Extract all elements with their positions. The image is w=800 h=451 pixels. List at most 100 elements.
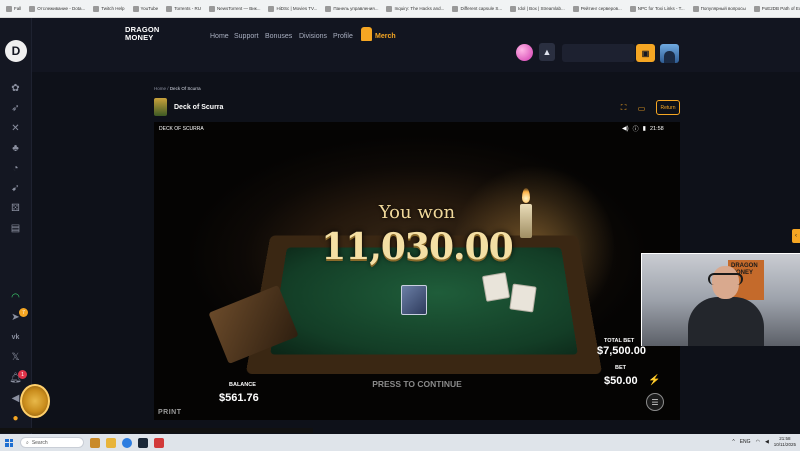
- volume-icon[interactable]: ◀: [765, 439, 769, 445]
- game-frame[interactable]: DECK OF SCURRA ◀) ⓘ ▮ 21:58 You won 11,0…: [154, 122, 680, 420]
- horizontal-scrollbar[interactable]: [0, 428, 313, 433]
- tray-arrow-icon[interactable]: ^: [732, 439, 734, 445]
- nav-merch[interactable]: Merch: [375, 33, 396, 40]
- breadcrumb-separator: /: [167, 86, 169, 91]
- bookmark-label: NewsTorrent — Вик...: [216, 6, 261, 11]
- chrome-icon[interactable]: [122, 437, 132, 448]
- nav-bonuses[interactable]: Bonuses: [265, 33, 292, 40]
- bookmark-favicon-icon: [692, 5, 699, 12]
- breadcrumb-current: Deck Of Scurra: [169, 86, 201, 91]
- nav-support[interactable]: Support: [234, 33, 259, 40]
- rocket-launch-icon[interactable]: ➹: [9, 182, 22, 195]
- steam-icon[interactable]: [138, 437, 148, 448]
- menu-icon[interactable]: ☰: [646, 393, 664, 411]
- bet-value[interactable]: $50.00: [604, 375, 638, 387]
- breadcrumb-home[interactable]: Home: [154, 86, 166, 91]
- bookmark-item[interactable]: Different capsule S...: [450, 3, 504, 15]
- bookmarks-bar: Fall Отслеживание - Dota... Twitch Help You…: [0, 0, 800, 18]
- volume-icon[interactable]: ◀): [622, 125, 629, 132]
- bookmark-favicon-icon: [29, 5, 36, 12]
- playing-card: [481, 272, 511, 302]
- paw-icon[interactable]: ✿: [9, 82, 22, 95]
- win-amount: 11,030.00: [321, 226, 513, 268]
- bookmark-favicon-icon: [629, 5, 636, 12]
- screen: Fall Отслеживание - Dota... Twitch Help You…: [0, 0, 800, 451]
- cards-icon[interactable]: ▤: [9, 222, 22, 235]
- nav-home[interactable]: Home: [210, 33, 229, 40]
- bookmark-item[interactable]: Torrents - RU: [164, 3, 203, 15]
- page-title: Deck of Scurra: [174, 104, 224, 111]
- dice-icon[interactable]: ⚄: [9, 202, 22, 215]
- wifi-icon[interactable]: ◠: [756, 439, 760, 445]
- game-status-bar: ◀) ⓘ ▮ 21:58: [622, 124, 664, 134]
- nav-divisions[interactable]: Divisions: [299, 33, 327, 40]
- nav-profile[interactable]: Profile: [333, 33, 353, 40]
- turbo-icon[interactable]: ⚡: [648, 375, 660, 386]
- return-button[interactable]: Return: [656, 100, 680, 115]
- folder-icon[interactable]: [106, 437, 116, 448]
- language-indicator[interactable]: ENG: [740, 439, 751, 445]
- vk-icon[interactable]: vk: [9, 331, 22, 344]
- blackjack-icon[interactable]: ♣: [9, 142, 22, 155]
- taskbar-clock[interactable]: 21:58 10/11/2025: [774, 436, 796, 448]
- bookmark-item[interactable]: Fall: [4, 3, 23, 15]
- bookmark-label: Torrents - RU: [174, 6, 201, 11]
- total-bet-label: TOTAL BET: [604, 338, 635, 344]
- bookmark-label: NPC for Toxi Links - T...: [637, 6, 685, 11]
- bookmark-item[interactable]: NPC for Toxi Links - T...: [628, 3, 687, 15]
- taskbar-app-icon[interactable]: [154, 437, 164, 448]
- balance-value: $561.76: [219, 392, 259, 404]
- theater-mode-icon[interactable]: ▭: [636, 103, 647, 113]
- rocket-icon[interactable]: ➶: [9, 102, 22, 115]
- bonus-wheel-icon[interactable]: [20, 384, 50, 418]
- bookmark-item[interactable]: Inquiry: The Hacks and...: [384, 3, 446, 15]
- balance-display[interactable]: [562, 44, 635, 62]
- game-clock: 21:58: [649, 125, 664, 132]
- bet-label: BET: [615, 365, 626, 371]
- bookmark-favicon-icon: [510, 5, 517, 12]
- bookmark-item[interactable]: HiDSc | Movies TV...: [266, 3, 319, 15]
- windows-start-icon[interactable]: [5, 438, 13, 447]
- bookmark-label: YouTube: [140, 6, 159, 11]
- x-icon[interactable]: 𝕏: [9, 351, 22, 364]
- bookmark-favicon-icon: [93, 5, 100, 12]
- fullscreen-icon[interactable]: ⛶: [618, 103, 629, 113]
- search-icon: ⌕: [26, 439, 29, 446]
- taskbar-app-icon[interactable]: [90, 437, 100, 448]
- bookmark-label: Популярный вопросы: [700, 6, 746, 11]
- notification-badge: 1: [18, 370, 27, 379]
- card-deck: [401, 285, 427, 315]
- microphone-icon[interactable]: ●: [9, 412, 22, 425]
- bookmark-item[interactable]: Отслеживание - Dota...: [27, 3, 87, 15]
- bookmark-favicon-icon: [572, 5, 579, 12]
- bookmark-label: Idol | Box | Streamlab...: [518, 6, 565, 11]
- bookmark-favicon-icon: [386, 5, 393, 12]
- wolf-icon[interactable]: ▲: [539, 43, 555, 61]
- bookmark-label: HiDSc | Movies TV...: [276, 6, 318, 11]
- lollipop-icon[interactable]: [516, 44, 533, 61]
- info-icon[interactable]: ⓘ: [633, 124, 639, 133]
- site-logo-icon[interactable]: D: [5, 40, 27, 62]
- bookmark-favicon-icon: [325, 5, 332, 12]
- telegram-badge: 7: [19, 308, 28, 317]
- bookmark-favicon-icon: [268, 5, 275, 12]
- bookmark-item[interactable]: PoE2DB Path of Exil...: [752, 3, 800, 15]
- crossed-swords-icon[interactable]: ✕: [9, 122, 22, 135]
- bookmark-item[interactable]: Панель управления...: [323, 3, 380, 15]
- game-name-label: DECK OF SCURRA: [159, 126, 204, 132]
- bookmark-item[interactable]: Idol | Box | Streamlab...: [508, 3, 567, 15]
- bookmark-item[interactable]: NewsTorrent — Вик...: [207, 3, 263, 15]
- gauge-icon[interactable]: ◠: [9, 291, 22, 304]
- system-tray: ^ ENG ◠ ◀ 21:58 10/11/2025: [732, 436, 796, 448]
- dragon-money-logo[interactable]: DRAGON MONEY: [125, 26, 160, 42]
- bookmark-item[interactable]: Рейтинг серверов...: [571, 3, 624, 15]
- bookmark-item[interactable]: YouTube: [131, 3, 161, 15]
- print-label: PRINT: [158, 409, 182, 416]
- wallet-button[interactable]: ▣: [636, 44, 655, 62]
- chevron-left-icon[interactable]: ‹: [792, 229, 800, 243]
- avatar[interactable]: [660, 44, 679, 63]
- pie-icon[interactable]: ◔: [9, 162, 22, 175]
- taskbar-search[interactable]: ⌕ Search: [20, 437, 84, 448]
- bookmark-item[interactable]: Популярный вопросы: [691, 3, 748, 15]
- bookmark-item[interactable]: Twitch Help: [91, 3, 126, 15]
